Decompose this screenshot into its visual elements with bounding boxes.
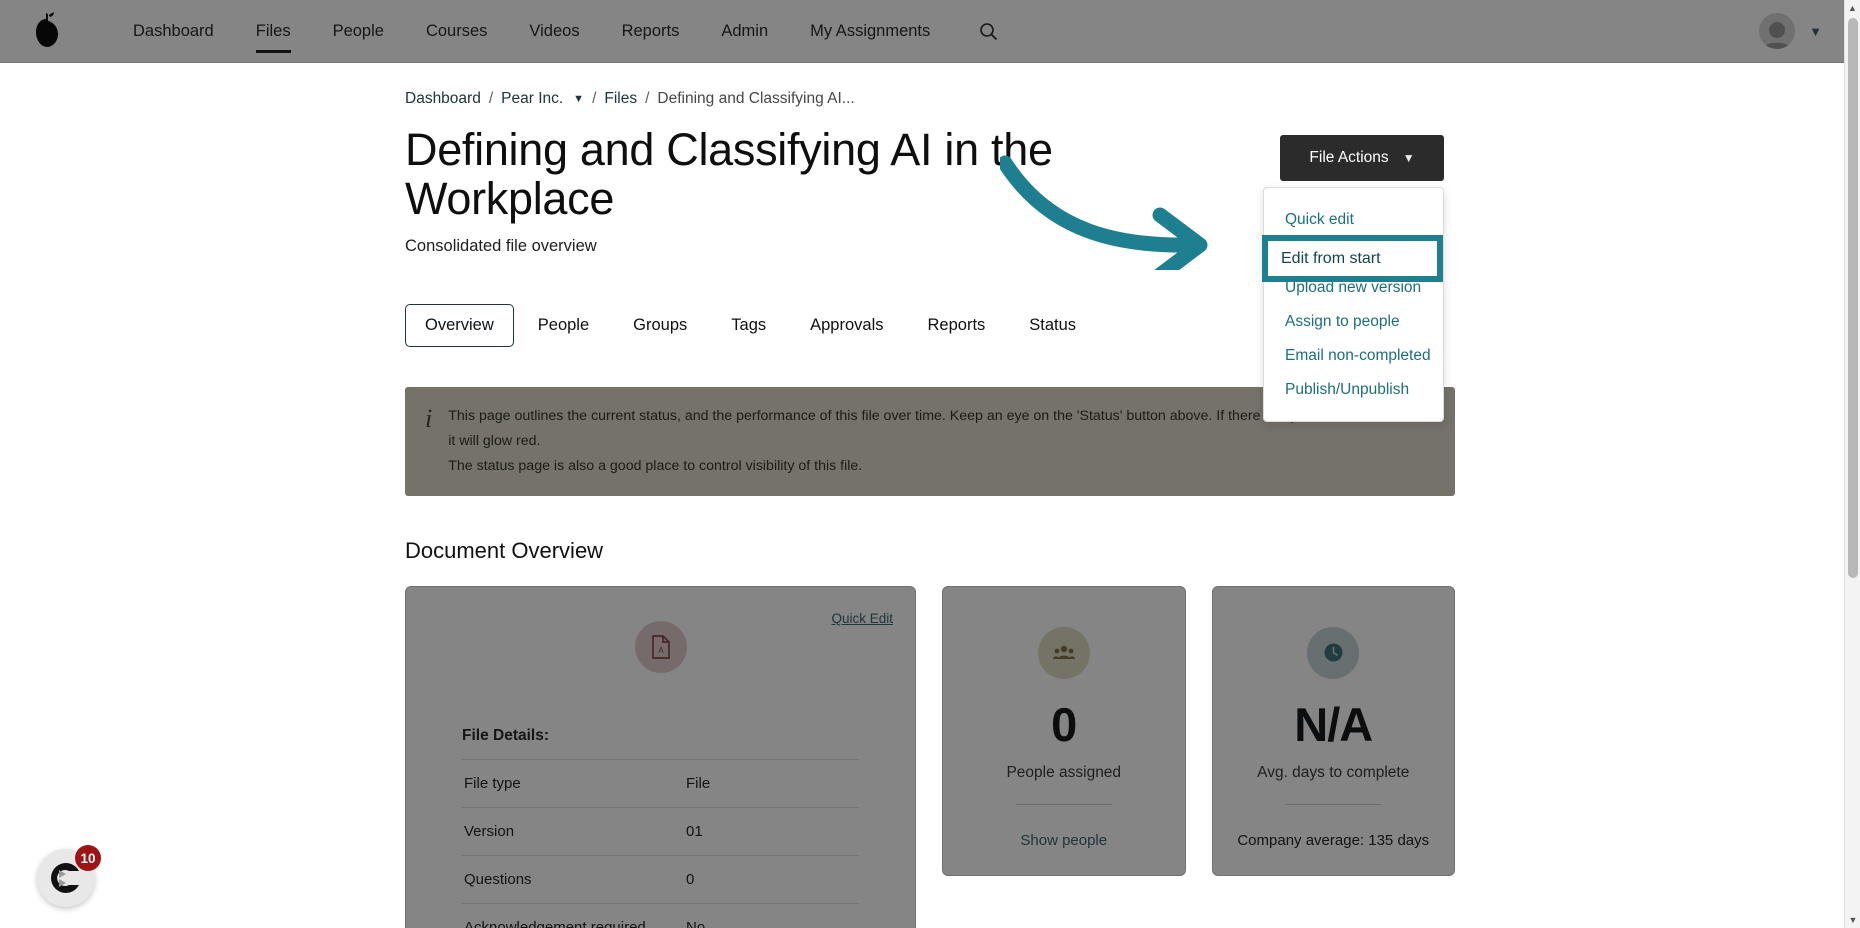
chat-support-widget[interactable]: 10 <box>37 845 101 907</box>
breadcrumb: Dashboard / Pear Inc. ▼ / Files / Defini… <box>405 90 1455 108</box>
stat-icon-wrapper <box>963 626 1165 679</box>
stat-card-avg-days: N/A Avg. days to complete Company averag… <box>1211 585 1455 876</box>
nav-item-my-assignments[interactable]: My Assignments <box>789 2 951 61</box>
breadcrumb-separator: / <box>488 90 494 107</box>
nav-item-dashboard[interactable]: Dashboard <box>112 2 235 61</box>
quick-edit-link[interactable]: Quick Edit <box>831 611 893 626</box>
vertical-scrollbar[interactable]: ▲ ▼ <box>1844 0 1860 928</box>
breadcrumb-item-org[interactable]: Pear Inc. <box>501 90 563 108</box>
menu-item-email-non-completed[interactable]: Email non-completed <box>1264 339 1443 373</box>
highlight-box-edit-from-start[interactable]: Edit from start <box>1262 235 1443 282</box>
stat-icon-wrapper <box>1233 626 1435 679</box>
section-title-document-overview: Document Overview <box>405 537 604 563</box>
row-value: No <box>686 918 706 928</box>
chat-unread-badge: 10 <box>75 845 101 871</box>
stat-card-people-assigned: 0 People assigned Show people <box>942 585 1186 876</box>
file-actions-label: File Actions <box>1309 149 1389 166</box>
row-label: File type <box>464 774 521 792</box>
file-actions-button[interactable]: File Actions ▼ <box>1280 135 1444 181</box>
file-icon-wrapper: A <box>462 620 859 673</box>
page-root: Dashboard Files People Courses Videos Re… <box>0 0 1860 928</box>
overview-cards: Quick Edit A File Details: File type Fil… <box>405 585 1455 928</box>
nav-item-reports[interactable]: Reports <box>601 2 701 61</box>
stat-value: 0 <box>1051 697 1077 751</box>
tab-approvals[interactable]: Approvals <box>790 304 903 347</box>
clock-icon <box>1307 626 1360 679</box>
user-avatar-icon[interactable] <box>1759 13 1796 49</box>
table-row: Questions 0 <box>462 855 859 903</box>
breadcrumb-chevron-down-icon[interactable]: ▼ <box>573 93 584 105</box>
nav-item-courses[interactable]: Courses <box>405 2 508 61</box>
stat-label: People assigned <box>1006 763 1122 781</box>
scroll-down-arrow-icon[interactable]: ▼ <box>1845 912 1860 928</box>
page-content: Dashboard / Pear Inc. ▼ / Files / Defini… <box>0 63 1860 928</box>
nav-item-files[interactable]: Files <box>235 2 312 61</box>
stat-label: Avg. days to complete <box>1257 763 1410 781</box>
file-details-card: Quick Edit A File Details: File type Fil… <box>405 585 916 928</box>
tab-people[interactable]: People <box>518 304 609 347</box>
info-banner-line-2: The status page is also a good place to … <box>448 457 863 474</box>
pdf-file-icon: A <box>634 620 687 673</box>
breadcrumb-item-files[interactable]: Files <box>604 90 637 108</box>
menu-item-quick-edit[interactable]: Quick edit <box>1264 203 1443 237</box>
menu-item-publish-unpublish[interactable]: Publish/Unpublish <box>1264 373 1443 407</box>
file-details-table: File type File Version 01 Questions 0 Ac… <box>462 759 859 928</box>
company-average-text: Company average: 135 days <box>1237 831 1430 849</box>
breadcrumb-item-dashboard[interactable]: Dashboard <box>405 90 481 108</box>
row-label: Acknowledgement required <box>464 918 646 928</box>
row-value: 01 <box>686 822 703 840</box>
stat-value: N/A <box>1294 697 1373 751</box>
breadcrumb-item-current: Defining and Classifying AI... <box>657 90 855 107</box>
pear-logo-icon[interactable] <box>26 10 68 52</box>
top-navigation-bar: Dashboard Files People Courses Videos Re… <box>0 0 1860 63</box>
tab-tags[interactable]: Tags <box>711 304 786 347</box>
people-group-icon <box>1037 626 1090 679</box>
tab-groups[interactable]: Groups <box>613 304 707 347</box>
row-label: Questions <box>464 870 532 888</box>
menu-item-assign-to-people[interactable]: Assign to people <box>1264 305 1443 339</box>
nav-item-videos[interactable]: Videos <box>508 2 600 61</box>
file-actions-area: File Actions ▼ Quick edit Edit from star… <box>1262 135 1444 422</box>
scrollbar-thumb[interactable] <box>1848 18 1858 578</box>
account-chevron-down-icon[interactable]: ▼ <box>1809 24 1822 39</box>
row-value: 0 <box>686 870 695 888</box>
svg-text:A: A <box>658 646 664 655</box>
table-row: Version 01 <box>462 807 859 855</box>
info-icon: i <box>425 404 433 434</box>
scroll-up-arrow-icon[interactable]: ▲ <box>1845 0 1860 16</box>
page-title: Defining and Classifying AI in the Workp… <box>405 124 1053 224</box>
nav-item-admin[interactable]: Admin <box>700 2 789 61</box>
search-icon[interactable] <box>977 20 999 42</box>
highlighted-menu-item-label: Edit from start <box>1281 249 1381 267</box>
file-actions-dropdown-menu: Quick edit Edit from start Upload new ve… <box>1262 187 1444 422</box>
breadcrumb-separator: / <box>592 90 597 107</box>
table-row: File type File <box>462 759 859 807</box>
divider <box>1285 803 1382 805</box>
app-layer: Dashboard Files People Courses Videos Re… <box>0 0 1860 928</box>
breadcrumb-separator: / <box>645 90 650 107</box>
row-value: File <box>686 774 711 792</box>
nav-account-area: ▼ <box>1759 13 1834 49</box>
tab-overview[interactable]: Overview <box>405 304 514 348</box>
nav-links: Dashboard Files People Courses Videos Re… <box>112 2 999 61</box>
table-row: Acknowledgement required No <box>462 903 859 928</box>
row-label: Version <box>464 822 515 840</box>
show-people-link[interactable]: Show people <box>963 832 1165 849</box>
tab-reports[interactable]: Reports <box>908 304 1006 347</box>
nav-item-people[interactable]: People <box>312 2 405 61</box>
tab-status[interactable]: Status <box>1009 304 1096 347</box>
chevron-down-icon: ▼ <box>1402 151 1415 165</box>
divider <box>1015 803 1112 805</box>
file-details-heading: File Details: <box>462 726 549 744</box>
